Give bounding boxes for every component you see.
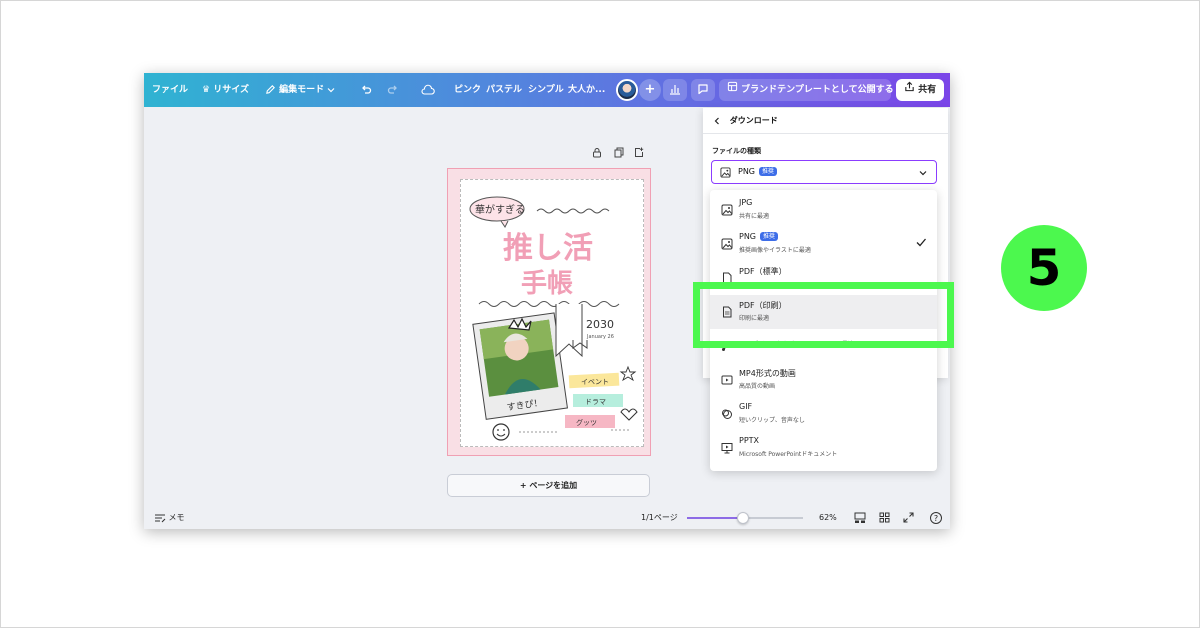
chevron-down-icon — [327, 87, 335, 92]
video-icon — [721, 375, 733, 385]
option-desc: 推奨画像やイラストに最適 — [739, 247, 811, 254]
file-type-value: PNG 推奨 — [738, 161, 778, 183]
comment-button[interactable] — [691, 79, 715, 101]
zoom-level[interactable]: 62% — [819, 507, 837, 529]
download-panel-header[interactable]: ダウンロード — [713, 115, 778, 126]
design-content: 華がすぎる 推し活 手帳 すきぴ！ 2030 January 26 イベント ド… — [460, 179, 644, 447]
option-title: PPTX — [739, 436, 760, 445]
add-collaborator-button[interactable]: + — [639, 79, 661, 101]
zoom-slider-fill — [687, 517, 743, 519]
share-icon — [905, 81, 914, 92]
panel-divider — [703, 133, 948, 134]
help-button[interactable]: ? — [930, 507, 942, 529]
image-icon — [721, 204, 733, 216]
memo-label: メモ — [168, 513, 185, 522]
option-pptx[interactable]: PPTX Microsoft PowerPointドキュメント — [710, 431, 937, 465]
grid-view-icon[interactable] — [854, 507, 866, 529]
checkmark-icon — [916, 238, 926, 247]
brand-template-button[interactable]: ブランドテンプレートとして公開する — [719, 79, 894, 101]
zoom-slider[interactable] — [687, 512, 803, 524]
tag-otona[interactable]: 大人か... — [568, 73, 605, 107]
option-png[interactable]: PNG 推奨 推奨画像やイラストに最適 — [710, 227, 937, 261]
option-title: MP4形式の動画 — [739, 369, 796, 378]
resize-label: リサイズ — [213, 85, 249, 95]
option-desc: Microsoft PowerPointドキュメント — [739, 451, 838, 458]
insights-button[interactable] — [663, 79, 687, 101]
highlight-box — [693, 282, 954, 348]
add-page-button[interactable]: + ページを追加 — [447, 474, 650, 497]
design-tag-goods: グッツ — [576, 418, 597, 427]
pencil-icon — [266, 85, 275, 94]
option-title: PNG 推奨 — [739, 232, 779, 241]
share-button[interactable]: 共有 — [896, 79, 944, 101]
page-count[interactable]: 1/1ページ — [641, 507, 678, 529]
option-title-text: PNG — [739, 232, 757, 241]
option-desc: 共有に最適 — [739, 213, 770, 220]
gif-icon — [722, 409, 732, 419]
tag-simple[interactable]: シンプル — [528, 73, 564, 107]
memo-button[interactable]: メモ — [154, 507, 185, 529]
design-year: 2030 — [586, 318, 614, 331]
design-title-line1: 推し活 — [503, 231, 593, 266]
design-title-line2: 手帳 — [521, 269, 573, 299]
design-ribbon-text: 華がすぎる — [475, 203, 525, 216]
tag-pink[interactable]: ピンク — [454, 73, 481, 107]
edit-mode-button[interactable]: 編集モード — [265, 73, 335, 107]
edit-mode-label: 編集モード — [279, 85, 325, 95]
resize-crown-icon: ♛ — [202, 85, 211, 95]
resize-button[interactable]: ♛ リサイズ — [202, 73, 249, 107]
design-date-sub: January 26 — [586, 334, 614, 340]
step-number-badge: 5 — [1001, 225, 1087, 311]
recommended-badge: 推奨 — [760, 232, 779, 241]
image-icon — [720, 167, 731, 178]
design-artwork: 華がすぎる 推し活 手帳 すきぴ！ 2030 January 26 イベント ド… — [469, 196, 638, 441]
cloud-save-icon[interactable] — [421, 73, 435, 107]
option-jpg[interactable]: JPG 共有に最適 — [710, 193, 937, 227]
undo-icon[interactable] — [360, 73, 372, 107]
design-tag-drama: ドラマ — [585, 398, 606, 406]
file-type-selected: PNG — [738, 167, 756, 176]
file-menu[interactable]: ファイル — [152, 73, 188, 107]
pages-grid-icon[interactable] — [879, 507, 890, 529]
option-mp4[interactable]: MP4形式の動画 高品質の動画 — [710, 363, 937, 397]
design-page[interactable]: 華がすぎる 推し活 手帳 すきぴ！ 2030 January 26 イベント ド… — [447, 168, 651, 456]
top-toolbar: ファイル ♛ リサイズ 編集モード ピンク パステル シンプル 大人か... + — [144, 73, 950, 107]
duplicate-icon[interactable] — [614, 147, 624, 158]
notes-icon — [155, 513, 166, 522]
option-gif[interactable]: GIF 短いクリップ、音声なし — [710, 397, 937, 431]
lock-icon[interactable] — [592, 147, 602, 158]
file-type-select[interactable]: PNG 推奨 — [711, 160, 937, 184]
comment-icon — [698, 84, 708, 95]
option-desc: 短いクリップ、音声なし — [739, 417, 805, 424]
avatar[interactable] — [616, 79, 638, 101]
share-label: 共有 — [918, 85, 937, 95]
page-tools — [592, 147, 646, 159]
bar-chart-icon — [670, 85, 680, 95]
add-page-icon[interactable] — [634, 147, 644, 158]
help-icon: ? — [930, 511, 942, 524]
zoom-slider-knob[interactable] — [736, 512, 749, 524]
recommended-badge: 推奨 — [759, 167, 778, 176]
redo-icon[interactable] — [387, 73, 399, 107]
image-icon — [721, 238, 733, 250]
tag-pastel[interactable]: パステル — [486, 73, 522, 107]
presentation-icon — [721, 443, 733, 454]
option-title: JPG — [739, 198, 753, 207]
design-tag-event: イベント — [581, 378, 609, 386]
option-title: GIF — [739, 402, 753, 411]
option-title: PDF（標準） — [739, 267, 787, 276]
fullscreen-icon[interactable] — [903, 507, 914, 529]
bottom-bar: メモ 1/1ページ 62% ? — [144, 507, 950, 529]
download-panel-title: ダウンロード — [729, 116, 778, 125]
brand-template-label: ブランドテンプレートとして公開する — [741, 85, 894, 95]
file-type-label: ファイルの種類 — [712, 147, 761, 155]
template-icon — [727, 81, 738, 92]
chevron-left-icon[interactable] — [713, 117, 721, 125]
option-desc: 高品質の動画 — [739, 383, 776, 390]
chevron-down-icon — [919, 171, 927, 176]
